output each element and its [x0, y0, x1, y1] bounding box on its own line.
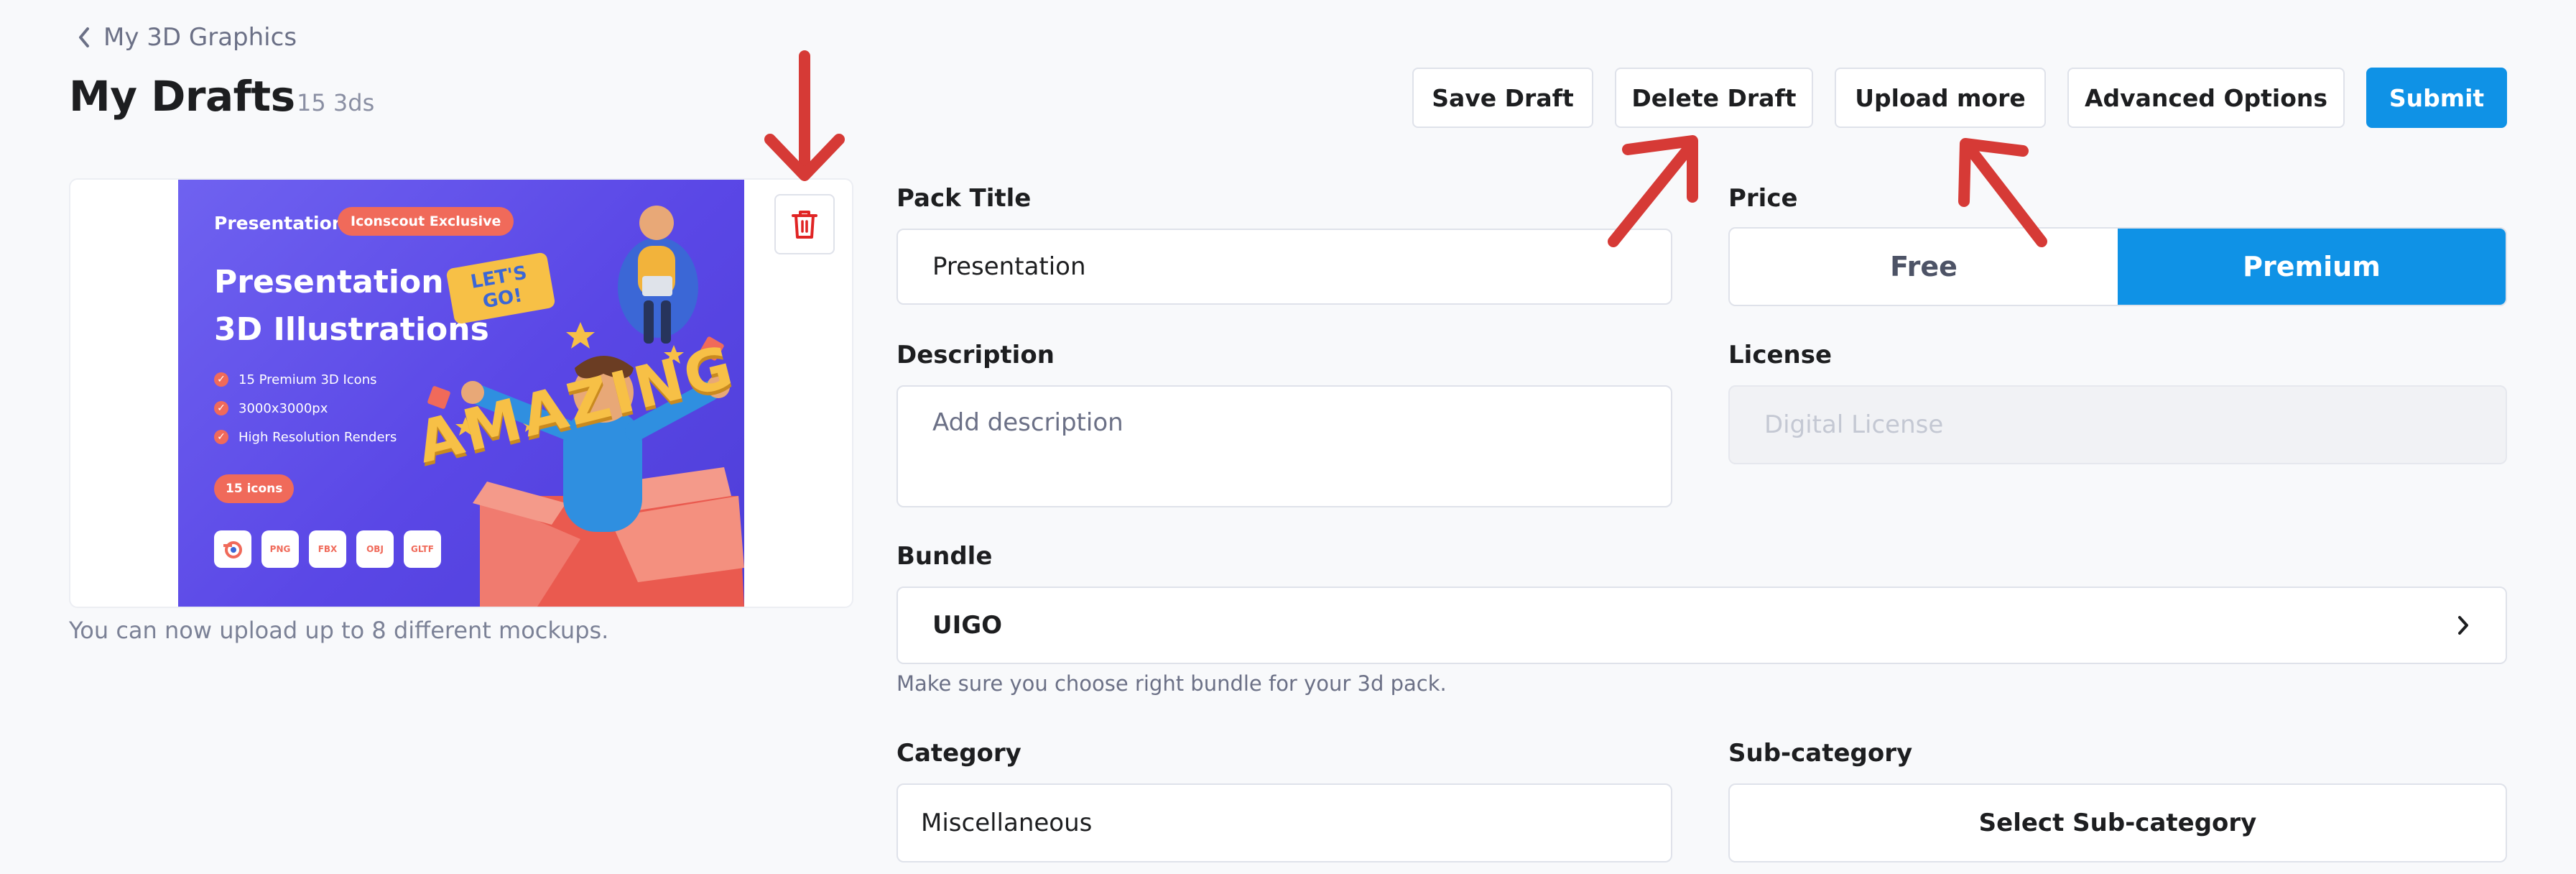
- delete-mockup-button[interactable]: [774, 194, 835, 254]
- advanced-options-button[interactable]: Advanced Options: [2067, 68, 2345, 128]
- mockup-feature: ✓ 3000x3000px: [214, 394, 397, 423]
- category-select[interactable]: Miscellaneous: [896, 783, 1672, 862]
- mockup-image: Presentation Iconscout Exclusive Present…: [178, 180, 744, 607]
- description-field[interactable]: Add description: [896, 385, 1672, 507]
- price-option-premium[interactable]: Premium: [2118, 229, 2506, 305]
- submit-button[interactable]: Submit: [2366, 68, 2507, 128]
- trash-icon: [792, 211, 817, 239]
- format-badge: PNG: [261, 530, 299, 568]
- check-icon: ✓: [214, 430, 228, 444]
- mockup-features: ✓ 15 Premium 3D Icons ✓ 3000x3000px ✓ High …: [214, 365, 397, 451]
- license-field: Digital License: [1728, 385, 2507, 464]
- page-title: My Drafts: [69, 72, 295, 121]
- license-label: License: [1728, 341, 1833, 369]
- format-badge: OBJ: [356, 530, 394, 568]
- pack-title-input[interactable]: Presentation: [896, 229, 1672, 305]
- back-link-label: My 3D Graphics: [103, 23, 297, 52]
- draft-count: 15 3ds: [297, 89, 375, 116]
- mockup-feature: ✓ High Resolution Renders: [214, 423, 397, 451]
- price-label: Price: [1728, 184, 1798, 213]
- chevron-right-icon: [2458, 616, 2468, 635]
- bundle-value: UIGO: [932, 611, 1003, 640]
- sub-category-label: Sub-category: [1728, 739, 1913, 768]
- mockup-card: Presentation Iconscout Exclusive Present…: [69, 178, 853, 608]
- description-label: Description: [896, 341, 1055, 369]
- mockup-feature: ✓ 15 Premium 3D Icons: [214, 365, 397, 394]
- price-toggle: Free Premium: [1728, 227, 2507, 306]
- blender-icon: [214, 530, 251, 568]
- upload-more-button[interactable]: Upload more: [1835, 68, 2046, 128]
- check-icon: ✓: [214, 372, 228, 387]
- mockup-pill: 15 icons: [214, 474, 295, 503]
- format-badge: GLTF: [404, 530, 441, 568]
- price-option-free[interactable]: Free: [1730, 229, 2118, 305]
- check-icon: ✓: [214, 401, 228, 415]
- annotation-arrow: [1608, 135, 1698, 247]
- back-link[interactable]: My 3D Graphics: [75, 19, 297, 56]
- save-draft-button[interactable]: Save Draft: [1412, 68, 1593, 128]
- sub-category-select[interactable]: Select Sub-category: [1728, 783, 2507, 862]
- bundle-label: Bundle: [896, 542, 993, 571]
- mockup-formats: PNG FBX OBJ GLTF: [214, 530, 441, 568]
- bundle-select[interactable]: UIGO: [896, 586, 2507, 664]
- mockup-hint: You can now upload up to 8 different moc…: [69, 617, 609, 644]
- mockup-badge: Iconscout Exclusive: [338, 207, 514, 236]
- format-badge: FBX: [309, 530, 346, 568]
- annotation-arrow: [764, 50, 845, 181]
- bundle-help-text: Make sure you choose right bundle for yo…: [896, 671, 1447, 696]
- chevron-left-icon: [79, 27, 89, 47]
- pack-title-label: Pack Title: [896, 184, 1032, 213]
- delete-draft-button[interactable]: Delete Draft: [1615, 68, 1813, 128]
- mockup-brand: Presentation: [214, 213, 345, 234]
- category-label: Category: [896, 739, 1021, 768]
